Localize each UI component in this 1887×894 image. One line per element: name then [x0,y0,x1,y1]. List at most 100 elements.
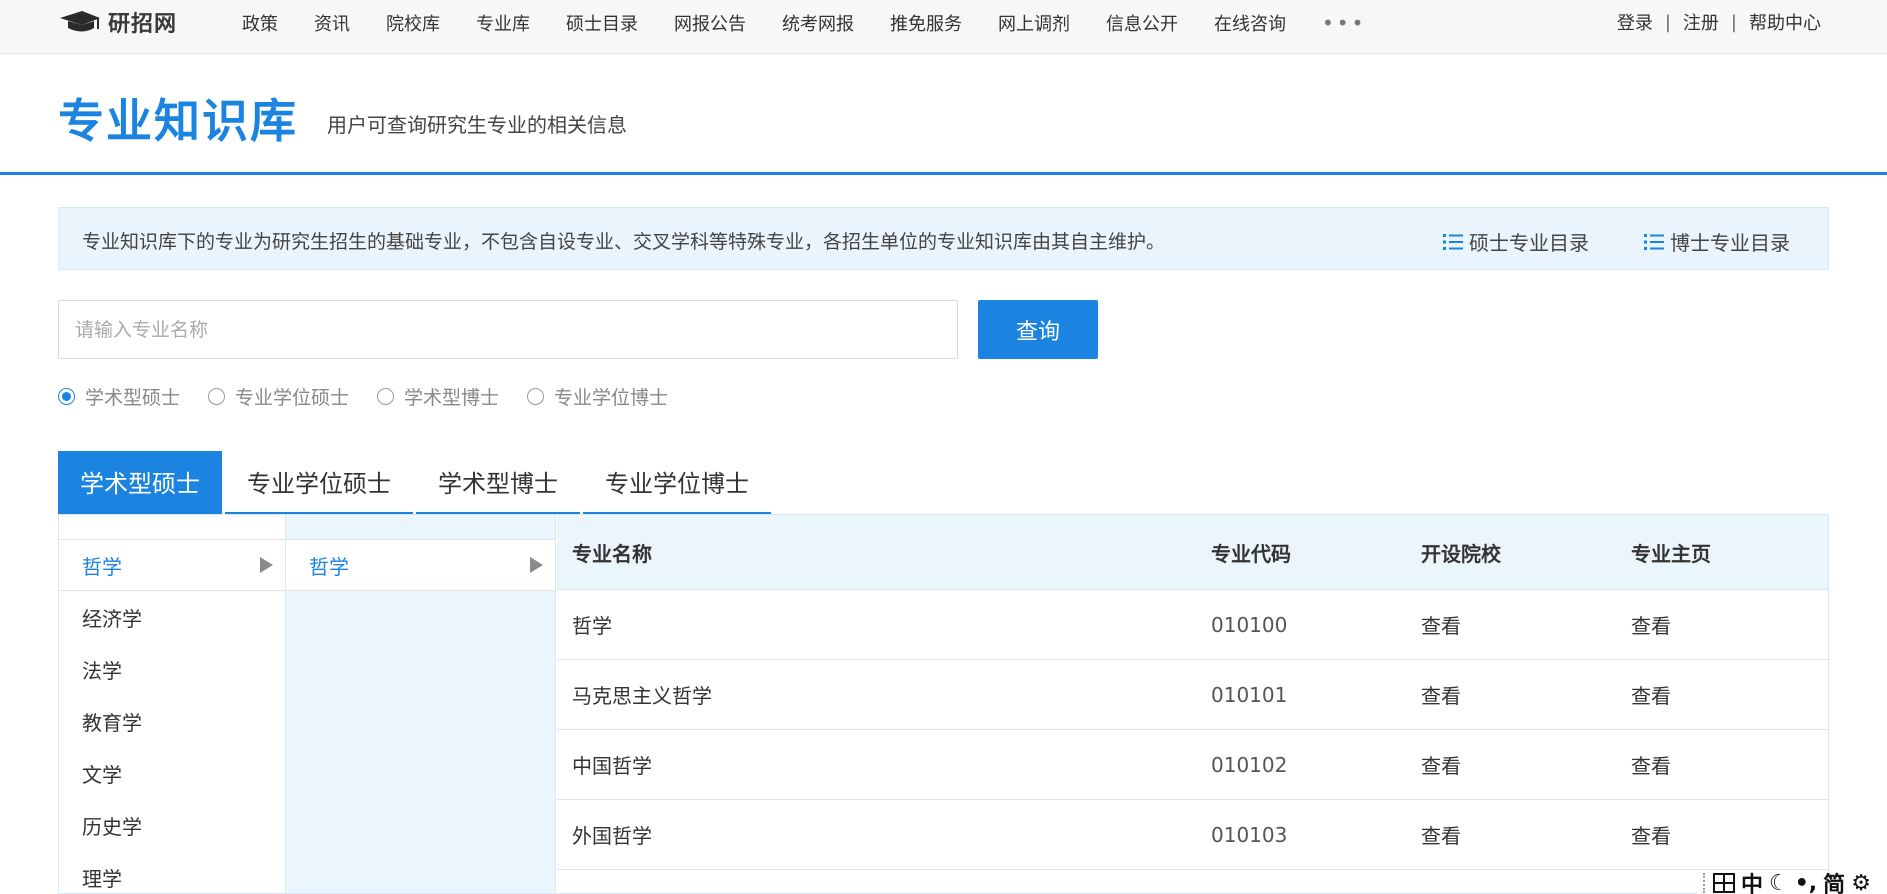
page-title: 专业知识库 [58,94,298,148]
major-code: 010102 [1211,752,1288,777]
page-subtitle: 用户可查询研究生专业的相关信息 [327,113,627,137]
subcategory-label: 哲学 [309,554,349,579]
list-icon [1644,233,1664,250]
radio-academic-master[interactable]: 学术型硕士 [58,383,180,410]
view-schools-link[interactable]: 查看 [1421,730,1461,799]
major-name: 中国哲学 [572,754,652,778]
help-center-link[interactable]: 帮助中心 [1749,9,1821,35]
nav-item-announcements[interactable]: 网报公告 [674,10,746,36]
nav-item-consultation[interactable]: 在线咨询 [1214,10,1286,36]
nav-item-disclosure[interactable]: 信息公开 [1106,10,1178,36]
major-search-input[interactable] [58,300,958,359]
view-homepage-link[interactable]: 查看 [1631,730,1671,799]
view-homepage-link[interactable]: 查看 [1631,590,1671,659]
radio-professional-doctor[interactable]: 专业学位博士 [527,383,668,410]
radio-unchecked-icon[interactable] [208,388,226,405]
moon-icon[interactable]: ☾ [1769,872,1789,894]
tab-professional-doctor[interactable]: 专业学位博士 [583,451,771,514]
nav-item-majors[interactable]: 专业库 [476,10,530,36]
punctuation-icon[interactable]: •, [1795,872,1817,894]
major-code: 010101 [1211,682,1288,707]
category-item[interactable]: 教育学 [59,695,285,747]
major-name: 马克思主义哲学 [572,684,712,708]
table-row: 哲学 010100 查看 查看 [557,590,1828,660]
notice-bar: 专业知识库下的专业为研究生招生的基础专业，不包含自设专业、交叉学科等特殊专业，各… [58,207,1829,270]
user-links: 登录 | 注册 | 帮助中心 [1617,0,1821,44]
tab-academic-doctor[interactable]: 学术型博士 [416,451,580,514]
master-catalog-label: 硕士专业目录 [1469,231,1589,255]
nav-item-master-catalog[interactable]: 硕士目录 [566,10,638,36]
notice-text: 专业知识库下的专业为研究生招生的基础专业，不包含自设专业、交叉学科等特殊专业，各… [82,231,1166,253]
ime-language[interactable]: 中 [1741,872,1763,894]
view-schools-link[interactable]: 查看 [1421,800,1461,869]
list-icon [1443,233,1463,250]
radio-academic-doctor[interactable]: 学术型博士 [377,383,499,410]
nav-item-policy[interactable]: 政策 [242,10,278,36]
view-homepage-link[interactable]: 查看 [1631,660,1671,729]
major-code: 010100 [1211,612,1288,637]
nav-item-schools[interactable]: 院校库 [386,10,440,36]
radio-unchecked-icon[interactable] [377,388,395,405]
table-header: 专业名称 专业代码 开设院校 专业主页 [557,515,1828,590]
search-button[interactable]: 查询 [978,300,1098,359]
doctor-catalog-link[interactable]: 博士专业目录 [1644,227,1790,256]
page-header: 专业知识库 用户可查询研究生专业的相关信息 [0,55,1887,175]
nav-item-recommendation[interactable]: 推免服务 [890,10,962,36]
radio-label: 专业学位博士 [554,387,669,409]
keyboard-grid-icon[interactable] [1713,873,1735,893]
major-name: 哲学 [572,614,612,638]
tab-academic-master[interactable]: 学术型硕士 [58,451,222,514]
header-major-code: 专业代码 [1211,541,1291,566]
degree-type-radio-group: 学术型硕士 专业学位硕士 学术型博士 专业学位博士 [58,383,696,410]
separator: | [1664,11,1671,33]
category-item[interactable]: 历史学 [59,799,285,851]
ime-toolbar: 中 ☾ •, 简 ⚙ [1697,872,1887,894]
view-schools-link[interactable]: 查看 [1421,660,1461,729]
category-item[interactable]: 法学 [59,643,285,695]
degree-tabs: 学术型硕士 专业学位硕士 学术型博士 专业学位博士 [58,451,774,514]
nav-item-news[interactable]: 资讯 [314,10,350,36]
tab-professional-master[interactable]: 专业学位硕士 [225,451,413,514]
header-schools: 开设院校 [1421,541,1501,566]
view-homepage-link[interactable]: 查看 [1631,800,1671,869]
logo-text: 研招网 [108,12,178,37]
major-name: 外国哲学 [572,824,652,848]
radio-professional-master[interactable]: 专业学位硕士 [208,383,349,410]
subcategory-item-selected[interactable]: 哲学 [286,539,555,591]
register-link[interactable]: 注册 [1683,9,1719,35]
category-item[interactable]: 理学 [59,851,285,893]
caret-right-icon [260,557,273,573]
master-catalog-link[interactable]: 硕士专业目录 [1443,227,1589,256]
radio-label: 专业学位硕士 [235,387,350,409]
caret-right-icon [530,557,543,573]
doctor-catalog-label: 博士专业目录 [1670,231,1790,255]
discipline-subcategory-list: 哲学 [286,515,556,893]
category-item[interactable]: 文学 [59,747,285,799]
separator: | [1730,11,1737,33]
category-item[interactable]: 经济学 [59,591,285,643]
table-row: 中国哲学 010102 查看 查看 [557,730,1828,800]
category-item-selected[interactable]: 哲学 [59,539,285,591]
header-homepage: 专业主页 [1631,541,1711,566]
major-code: 010103 [1211,822,1288,847]
category-label: 哲学 [82,554,122,579]
radio-unchecked-icon[interactable] [527,388,545,405]
site-logo[interactable]: 研招网 [58,7,177,37]
table-row: 马克思主义哲学 010101 查看 查看 [557,660,1828,730]
drag-handle-icon[interactable] [1703,873,1707,893]
table-row: 外国哲学 010103 查看 查看 [557,800,1828,870]
major-browser: 哲学 经济学 法学 教育学 文学 历史学 理学 哲学 专业名称 专业代码 开设院… [58,514,1829,894]
radio-label: 学术型博士 [404,387,500,409]
login-link[interactable]: 登录 [1617,9,1653,35]
view-schools-link[interactable]: 查看 [1421,590,1461,659]
header-major-name: 专业名称 [572,541,652,566]
nav-item-exam-registration[interactable]: 统考网报 [782,10,854,36]
ime-mode[interactable]: 简 [1823,872,1845,894]
settings-icon[interactable]: ⚙ [1851,872,1871,894]
graduation-cap-icon [60,11,100,32]
more-icon[interactable]: ••• [1322,11,1366,35]
radio-checked-icon[interactable] [58,388,75,405]
nav-item-adjustment[interactable]: 网上调剂 [998,10,1070,36]
radio-label: 学术型硕士 [85,387,181,409]
discipline-category-list: 哲学 经济学 法学 教育学 文学 历史学 理学 [59,515,286,893]
